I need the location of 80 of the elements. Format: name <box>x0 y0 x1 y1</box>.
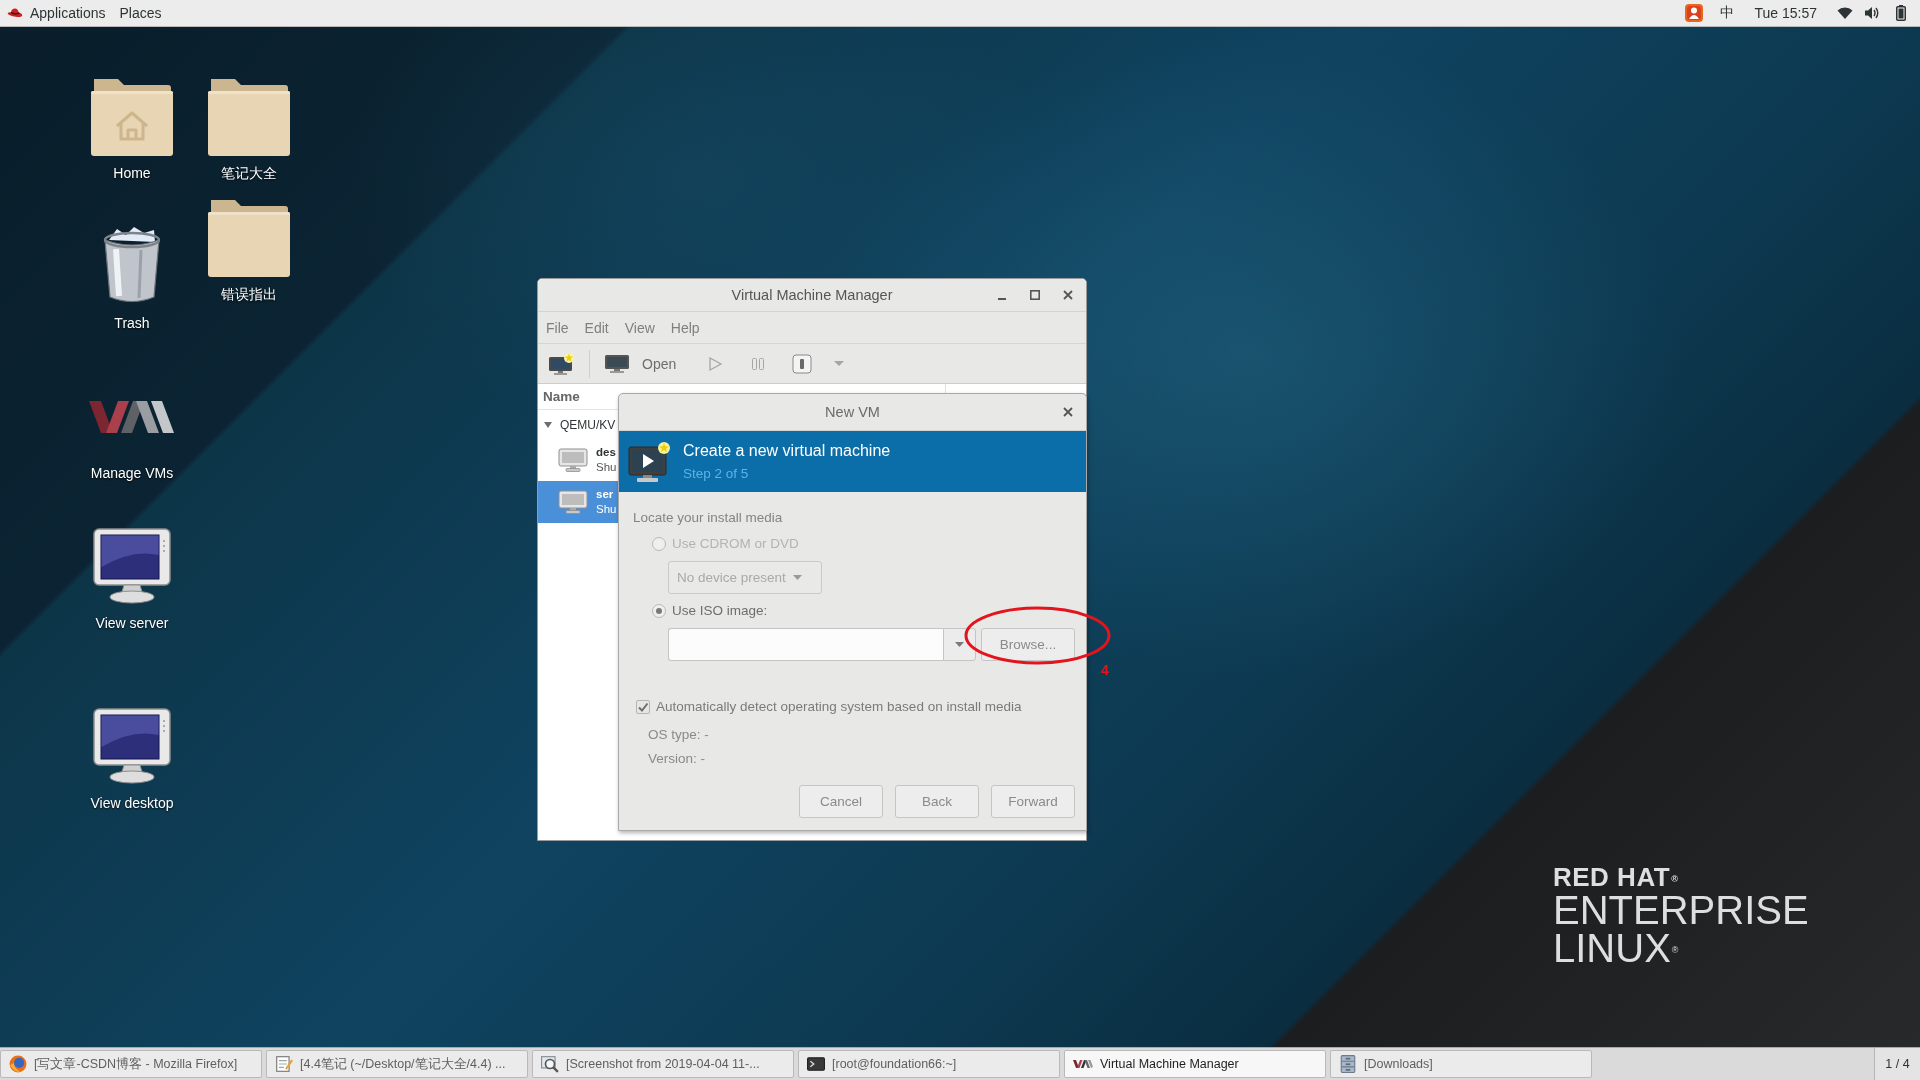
taskbar-button[interactable]: [root@foundation66:~] <box>798 1050 1060 1078</box>
globe-icon <box>9 1055 27 1073</box>
top-bar-menu[interactable]: Places <box>119 5 170 21</box>
workspace-indicator[interactable]: 1 / 4 <box>1874 1048 1920 1080</box>
taskbar-button[interactable]: [Screenshot from 2019-04-04 11-... <box>532 1050 794 1078</box>
monitor-icon <box>558 490 588 514</box>
dialog-button[interactable]: Cancel <box>799 785 883 818</box>
step-indicator: Step 2 of 5 <box>683 464 750 483</box>
folder-shortcut[interactable]: 错误指出 <box>207 195 291 303</box>
trash-shortcut[interactable]: Trash <box>101 224 163 332</box>
clock[interactable]: Tue 15:57 <box>1754 5 1817 21</box>
browse-button[interactable]: Browse... <box>981 628 1075 661</box>
expander-icon[interactable] <box>544 420 552 429</box>
monitor-icon <box>92 527 172 605</box>
close-icon <box>1063 290 1073 300</box>
taskbar-button[interactable]: [写文章-CSDN博客 - Mozilla Firefox] <box>0 1050 262 1078</box>
annotation-number: 4 <box>1101 663 1109 677</box>
vm-row[interactable]: ser Shu <box>538 481 618 523</box>
iso-path-field[interactable] <box>668 628 943 661</box>
detail-line: Version: - <box>648 750 706 768</box>
open-button[interactable]: Open <box>599 349 682 378</box>
dialog-title: New VM <box>825 404 880 420</box>
vm-row[interactable]: des Shu <box>538 439 618 481</box>
vm-name: ser <box>596 487 615 502</box>
speaker-icon[interactable] <box>1864 6 1880 20</box>
switch-icon <box>792 353 813 374</box>
caret-icon <box>834 361 845 366</box>
dialog-button[interactable]: Back <box>895 785 979 818</box>
magnifier-icon <box>541 1055 559 1073</box>
wifi-icon[interactable] <box>1837 6 1853 20</box>
logo-text: RED HAT$^{®}$ <box>1553 863 1680 891</box>
radio-option[interactable]: Use ISO image: <box>652 602 768 620</box>
vm-status: Shu <box>596 460 617 475</box>
vm-manager-shortcut[interactable]: Manage VMs <box>89 374 175 482</box>
top-bar-menu[interactable]: Applications <box>7 5 114 21</box>
terminal-icon <box>807 1055 825 1073</box>
taskbar-button[interactable]: Virtual Machine Manager <box>1064 1050 1326 1078</box>
menu-item[interactable]: Help <box>662 317 708 338</box>
section-label: Locate your install media <box>633 509 783 527</box>
menu-item[interactable]: File <box>538 317 577 338</box>
caret-icon <box>955 642 964 647</box>
play-icon <box>707 355 724 372</box>
taskbar-button[interactable]: [Downloads] <box>1330 1050 1592 1078</box>
vm-name: des <box>596 445 617 460</box>
monitor-icon <box>558 448 588 472</box>
connection-label[interactable]: QEMU/KV <box>560 417 616 432</box>
file-cabinet-icon <box>1339 1055 1357 1073</box>
monitor-shortcut[interactable]: View desktop <box>90 704 174 812</box>
notepad-icon <box>275 1055 293 1073</box>
vm-logo-icon <box>1073 1059 1093 1069</box>
hat-icon <box>7 7 23 19</box>
monitor-icon <box>604 353 630 374</box>
banner-title: Create a new virtual machine <box>683 440 891 461</box>
menu-item[interactable]: View <box>616 317 663 338</box>
minimize-icon <box>998 298 1006 300</box>
folder-shortcut[interactable]: 笔记大全 <box>207 74 291 182</box>
monitor-shortcut[interactable]: View server <box>92 524 172 632</box>
maximize-icon <box>1030 290 1040 300</box>
dropdown-button[interactable] <box>943 628 976 661</box>
home-shortcut[interactable]: Home <box>90 74 174 182</box>
checkbox-icon[interactable] <box>636 700 650 714</box>
monitor-play-icon <box>628 440 672 483</box>
checkbox-option[interactable]: Automatically detect operating system based on install media <box>636 698 1022 716</box>
person-badge-icon[interactable] <box>1684 3 1705 23</box>
detail-line: OS type: - <box>648 726 709 744</box>
vm-status: Shu <box>596 502 617 517</box>
input-method-indicator[interactable]: 中 <box>1720 4 1735 22</box>
window-title: Virtual Machine Manager <box>731 287 893 303</box>
logo-text: ENTERPRISE <box>1553 891 1809 929</box>
menu-item[interactable]: Edit <box>576 317 617 338</box>
caret-icon <box>792 575 802 580</box>
logo-text: LINUX$^{®}$ <box>1553 929 1680 967</box>
battery-icon[interactable] <box>1896 5 1906 21</box>
close-icon <box>1063 407 1073 417</box>
monitor-star-icon <box>548 352 576 375</box>
radio-icon[interactable] <box>652 604 666 618</box>
dialog-button[interactable]: Forward <box>991 785 1075 818</box>
taskbar-button[interactable]: [4.4笔记 (~/Desktop/笔记大全/4.4) ... <box>266 1050 528 1078</box>
monitor-icon <box>92 707 172 785</box>
pause-icon <box>750 355 767 372</box>
